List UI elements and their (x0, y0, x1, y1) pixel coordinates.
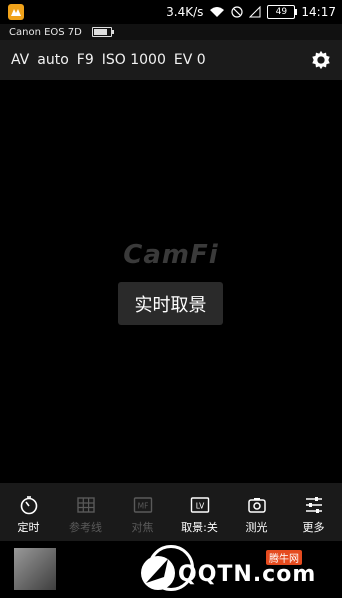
more-label: 更多 (302, 521, 325, 534)
camera-name: Canon EOS 7D (9, 26, 82, 38)
camfi-logo: CamFi (123, 240, 219, 270)
ev-param[interactable]: EV 0 (174, 52, 206, 68)
bottom-toolbar: 定时 参考线 MF 对焦 LV 取景:关 测光 更多 (0, 483, 342, 541)
lv-icon: LV (190, 497, 209, 513)
sliders-icon (305, 497, 322, 513)
gridlines-label: 参考线 (69, 521, 102, 534)
settings-gear-icon[interactable] (310, 49, 332, 71)
timer-icon (20, 496, 37, 515)
camera-battery-icon (91, 27, 114, 37)
status-bar: 3.4K/s 49 14:17 (0, 0, 342, 24)
last-photo-thumbnail[interactable] (14, 548, 56, 590)
liveview-toggle-button[interactable]: LV 取景:关 (171, 483, 228, 541)
timer-button[interactable]: 定时 (0, 483, 57, 541)
iso-param[interactable]: ISO 1000 (102, 52, 166, 68)
liveview-toggle-label: 取景:关 (181, 521, 218, 534)
focus-button[interactable]: MF 对焦 (114, 483, 171, 541)
exposure-parameters-bar: AV auto F9 ISO 1000 EV 0 (0, 40, 342, 80)
metering-button[interactable]: 测光 (228, 483, 285, 541)
svg-text:LV: LV (195, 502, 204, 511)
more-button[interactable]: 更多 (285, 483, 342, 541)
camera-info-row: Canon EOS 7D (0, 24, 342, 40)
grid-icon (76, 497, 95, 513)
mute-icon (231, 6, 244, 18)
shutter-param[interactable]: auto (37, 52, 69, 68)
clock: 14:17 (301, 5, 336, 19)
mode-param[interactable]: AV (11, 52, 29, 68)
metering-icon (247, 498, 266, 513)
gridlines-button[interactable]: 参考线 (57, 483, 114, 541)
timer-label: 定时 (17, 521, 40, 534)
watermark-text: QQTN.com (178, 562, 317, 587)
capture-area: QQTN.com 腾牛网 (0, 541, 342, 598)
battery-indicator: 49 (267, 5, 298, 19)
app-notification-icon (8, 4, 24, 20)
svg-text:MF: MF (137, 502, 148, 511)
viewfinder-area[interactable]: CamFi 实时取景 (0, 80, 342, 483)
aperture-param[interactable]: F9 (77, 52, 94, 68)
watermark-badge: 腾牛网 (266, 550, 302, 565)
mf-icon: MF (133, 497, 152, 513)
metering-label: 测光 (245, 521, 268, 534)
wifi-icon (210, 7, 225, 17)
focus-label: 对焦 (131, 521, 154, 534)
no-signal-icon (249, 6, 261, 18)
watermark-logo: QQTN.com 腾牛网 (138, 549, 338, 594)
live-view-button[interactable]: 实时取景 (118, 282, 223, 325)
network-speed: 3.4K/s (166, 5, 204, 19)
